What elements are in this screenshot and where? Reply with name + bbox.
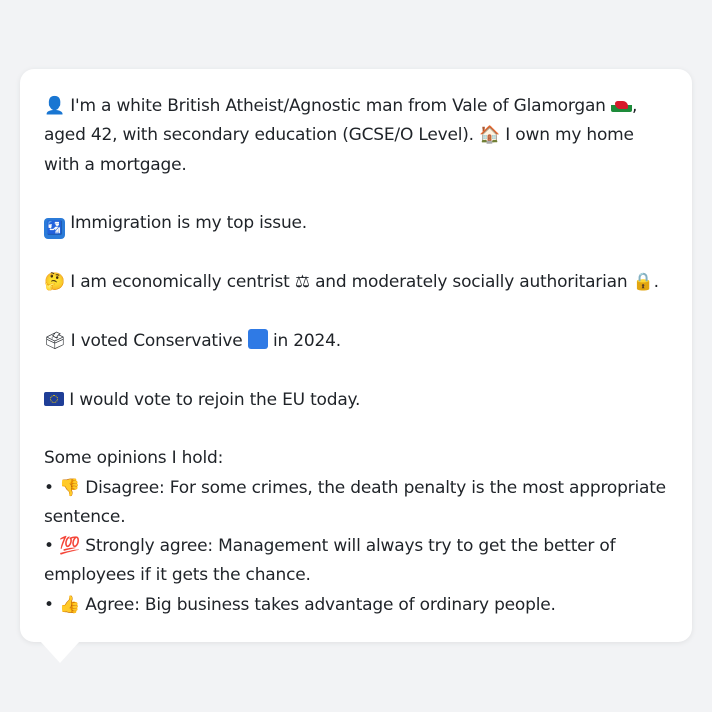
bullet: • bbox=[44, 477, 54, 498]
ideology-text-1: I am economically centrist bbox=[70, 272, 290, 293]
passport-control-icon: 🛂 bbox=[44, 218, 65, 240]
balance-scale-icon: ⚖ bbox=[294, 272, 310, 293]
opinions-heading: Some opinions I hold: bbox=[44, 448, 224, 469]
bullet: • bbox=[44, 594, 54, 615]
blue-square-icon bbox=[247, 329, 268, 350]
vote-line: 🗳 I voted Conservative in 2024. bbox=[44, 327, 668, 356]
opinion-item: • 👎 Disagree: For some crimes, the death… bbox=[44, 474, 668, 533]
bullet: • bbox=[44, 536, 54, 557]
hundred-points-icon: 💯 bbox=[59, 536, 81, 557]
wales-flag-icon bbox=[610, 98, 632, 112]
intro-paragraph: 👤 I'm a white British Atheist/Agnostic m… bbox=[44, 92, 668, 180]
opinion-text: Disagree: For some crimes, the death pen… bbox=[44, 477, 666, 527]
eu-text: I would vote to rejoin the EU today. bbox=[69, 389, 361, 410]
intro-text-1: I'm a white British Atheist/Agnostic man… bbox=[70, 96, 606, 116]
person-silhouette-icon: 👤 bbox=[44, 96, 65, 116]
eu-line: I would vote to rejoin the EU today. bbox=[44, 386, 668, 415]
opinion-item: • 💯 Strongly agree: Management will alwa… bbox=[44, 532, 668, 591]
ideology-line: 🤔 I am economically centrist ⚖ and moder… bbox=[44, 268, 668, 297]
opinion-item: • 👍 Agree: Big business takes advantage … bbox=[44, 591, 668, 620]
thumbs-down-icon: 👎 bbox=[59, 477, 81, 498]
ballot-box-icon: 🗳 bbox=[44, 331, 66, 352]
vote-text-2: in 2024. bbox=[272, 331, 341, 352]
top-issue-line: 🛂 Immigration is my top issue. bbox=[44, 209, 668, 240]
message-text: 👤 I'm a white British Atheist/Agnostic m… bbox=[44, 92, 668, 620]
bubble-tail bbox=[40, 641, 80, 663]
vote-text-1: I voted Conservative bbox=[70, 331, 243, 352]
thinking-face-icon: 🤔 bbox=[44, 272, 65, 293]
message-bubble: 👤 I'm a white British Atheist/Agnostic m… bbox=[20, 69, 692, 642]
top-issue-text: Immigration is my top issue. bbox=[70, 213, 307, 234]
opinion-text: Agree: Big business takes advantage of o… bbox=[85, 594, 556, 615]
house-icon: 🏠 bbox=[479, 125, 501, 146]
ideology-text-3: . bbox=[653, 272, 659, 293]
ideology-text-2: and moderately socially authoritarian bbox=[315, 272, 628, 293]
opinion-text: Strongly agree: Management will always t… bbox=[44, 536, 616, 586]
thumbs-up-icon: 👍 bbox=[59, 594, 81, 615]
lock-icon: 🔒 bbox=[632, 272, 654, 293]
eu-flag-icon bbox=[44, 391, 64, 406]
